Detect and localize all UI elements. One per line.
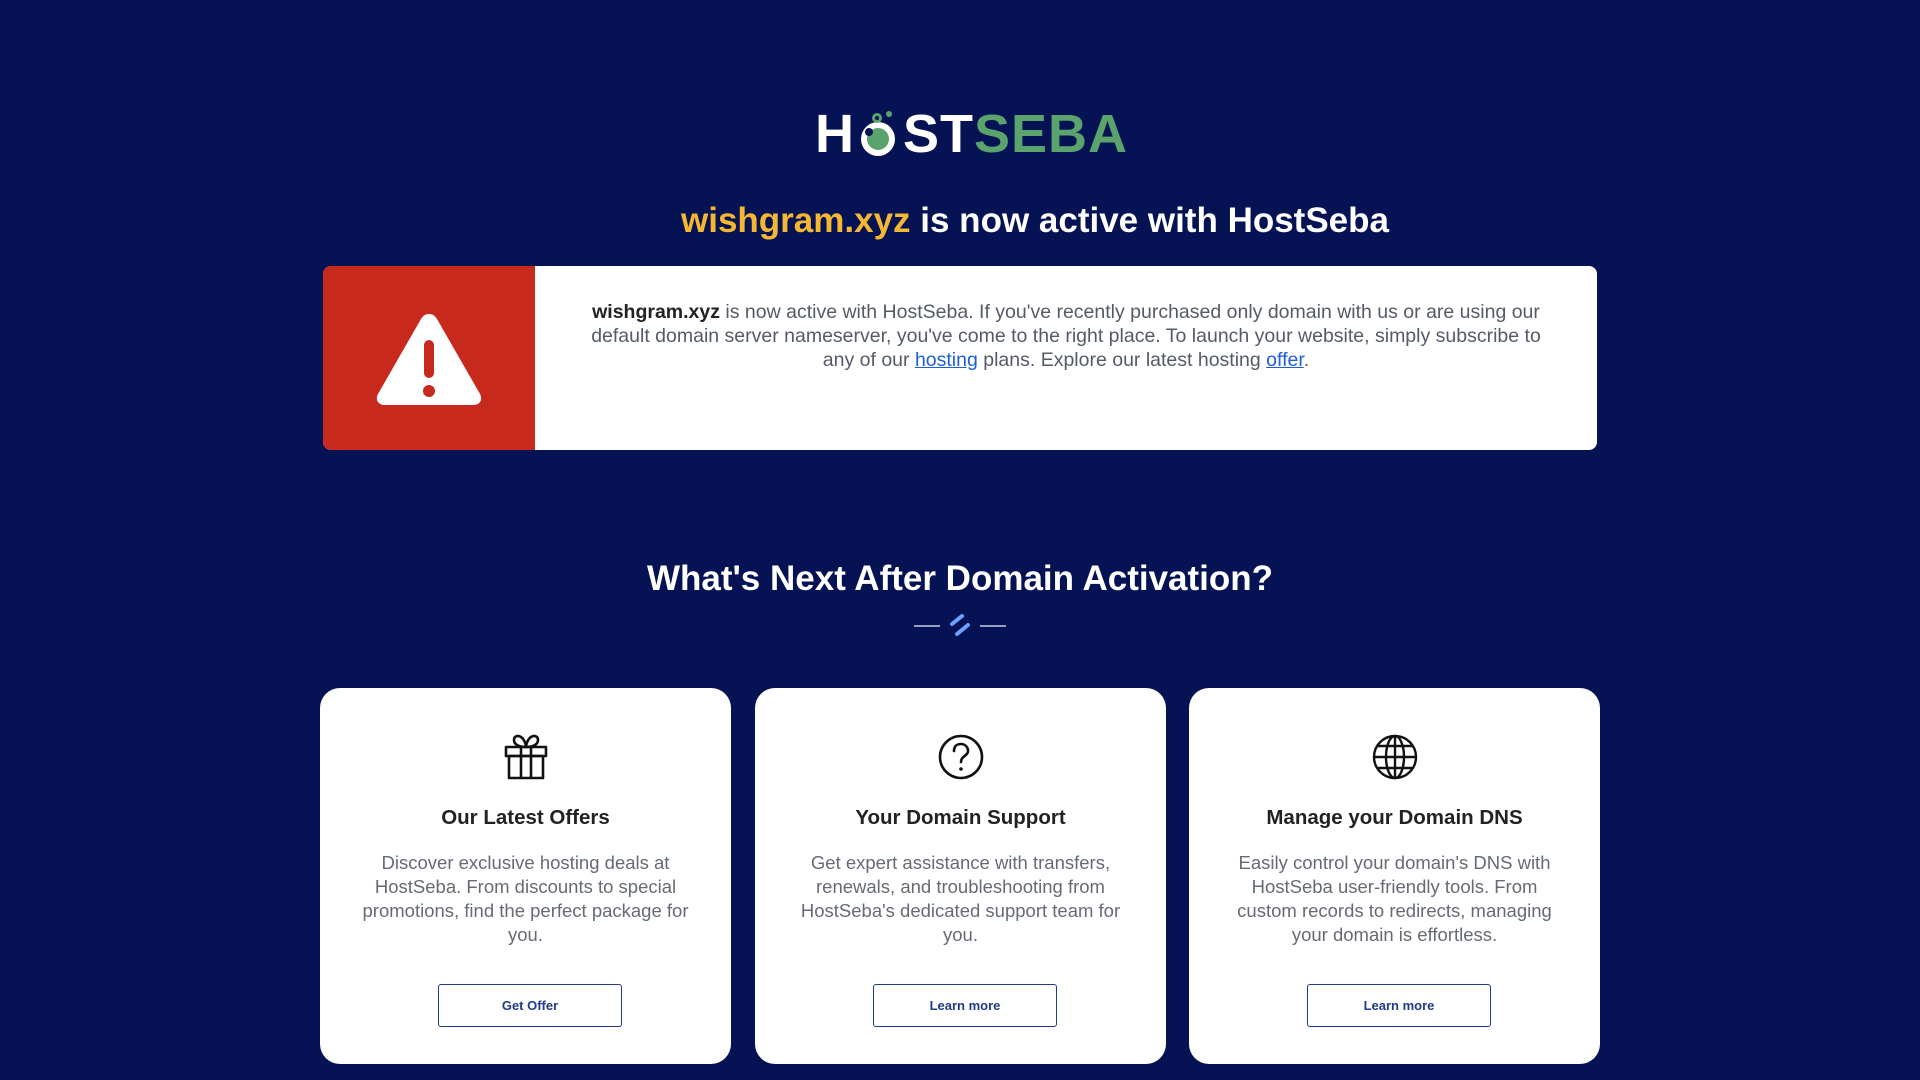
headline-domain: wishgram.xyz: [681, 201, 911, 240]
hosting-link[interactable]: hosting: [915, 349, 978, 371]
section-divider: [914, 614, 1006, 636]
logo-globe-icon: [856, 109, 902, 159]
alert-text-end: .: [1303, 349, 1310, 371]
card-title: Manage your Domain DNS: [1266, 806, 1523, 829]
get-offer-button[interactable]: Get Offer: [438, 984, 622, 1027]
card-description: Discover exclusive hosting deals at Host…: [362, 852, 689, 945]
section-title: What's Next After Domain Activation?: [646, 559, 1274, 598]
card-description: Easily control your domain's DNS with Ho…: [1237, 852, 1552, 945]
alert-icon-panel: [323, 266, 535, 450]
learn-more-dns-button[interactable]: Learn more: [1307, 984, 1491, 1027]
card-latest-offers: Our Latest Offers Discover exclusive hos…: [320, 688, 731, 1064]
alert-message: wishgram.xyz is now active with HostSeba…: [535, 266, 1597, 450]
hostseba-logo[interactable]: H ST SEBA: [815, 104, 1128, 164]
card-title: Your Domain Support: [855, 806, 1066, 829]
gift-icon: [320, 732, 731, 782]
logo-text-h: H: [815, 104, 855, 164]
card-domain-support: Your Domain Support Get expert assistanc…: [755, 688, 1166, 1064]
alert-domain: wishgram.xyz: [592, 301, 720, 323]
logo-text-seba: SEBA: [974, 104, 1129, 164]
warning-icon: [376, 314, 482, 405]
activation-alert: wishgram.xyz is now active with HostSeba…: [323, 266, 1597, 450]
question-circle-icon: [755, 732, 1166, 782]
card-manage-dns: Manage your Domain DNS Easily control yo…: [1189, 688, 1600, 1064]
page-headline: wishgram.xyz is now active with HostSeba: [0, 201, 1920, 241]
alert-text-part2: plans. Explore our latest hosting: [977, 349, 1267, 371]
learn-more-support-button[interactable]: Learn more: [873, 984, 1057, 1027]
card-title: Our Latest Offers: [441, 806, 610, 829]
headline-text: is now active with HostSeba: [910, 201, 1389, 240]
card-description: Get expert assistance with transfers, re…: [800, 852, 1121, 945]
globe-icon: [1189, 732, 1600, 782]
offer-link[interactable]: offer: [1266, 349, 1304, 371]
page: H ST SEBA wishgram.xyz is now active wit…: [0, 0, 1920, 1080]
logo-text-st: ST: [903, 104, 975, 164]
